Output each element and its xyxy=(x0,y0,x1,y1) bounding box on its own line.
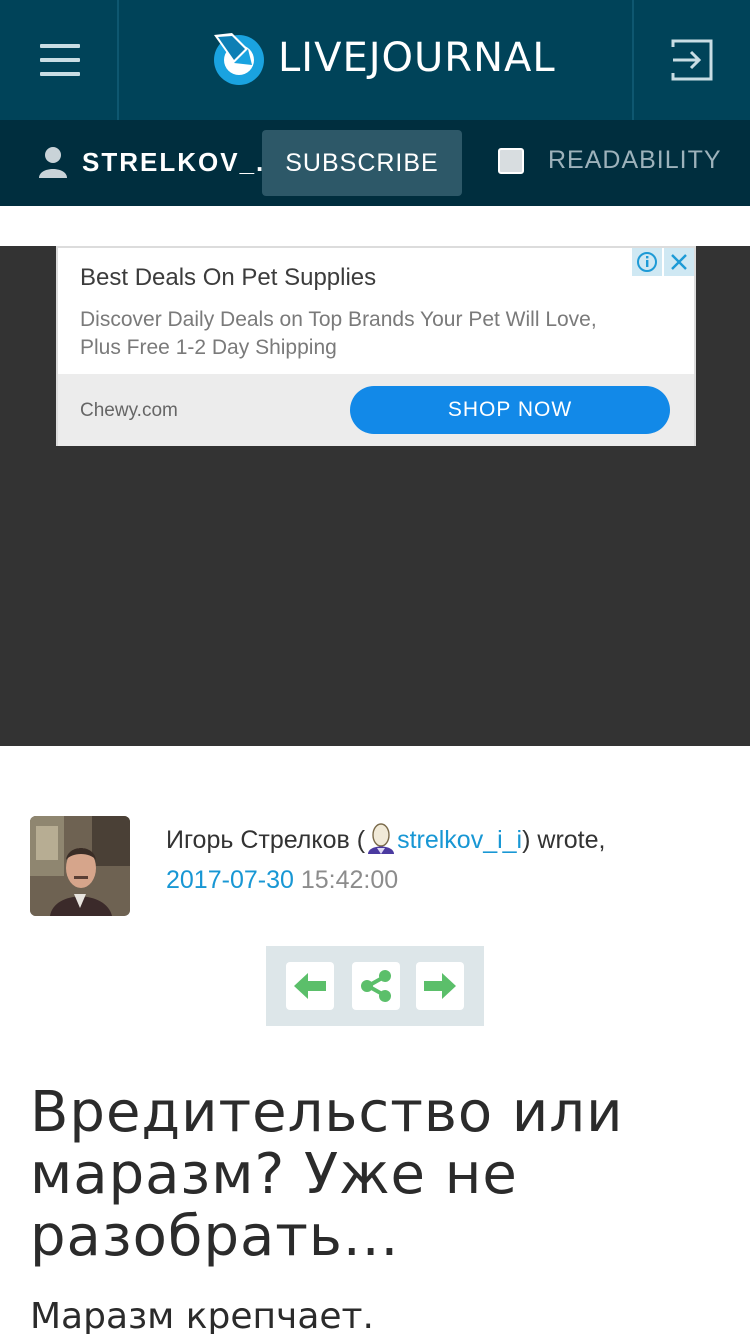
arrow-left-icon xyxy=(294,973,326,999)
ljuser-icon[interactable] xyxy=(365,822,397,854)
avatar-photo xyxy=(30,816,130,916)
shop-now-button[interactable]: SHOP NOW xyxy=(350,386,670,434)
post-date-link[interactable]: 2017-07-30 xyxy=(166,866,294,894)
readability-checkbox[interactable] xyxy=(498,147,524,174)
journal-username: STRELKOV_... xyxy=(82,146,284,177)
post-nav xyxy=(266,946,484,1026)
author-avatar[interactable] xyxy=(30,816,130,916)
subscribe-button[interactable]: SUBSCRIBE xyxy=(262,130,462,196)
login-icon xyxy=(671,39,713,81)
top-header: LIVEJOURNAL xyxy=(0,0,750,120)
user-icon xyxy=(39,147,67,178)
ad-footer: Chewy.com SHOP NOW xyxy=(58,374,694,446)
post-body: Маразм крепчает. xyxy=(30,1296,374,1334)
post-time: 15:42:00 xyxy=(300,866,399,894)
journal-user[interactable]: STRELKOV_... xyxy=(38,146,284,178)
hamburger-icon-line xyxy=(40,72,80,76)
readability-toggle[interactable]: READABILITY xyxy=(498,146,722,175)
livejournal-logo[interactable]: LIVEJOURNAL xyxy=(208,28,556,88)
ad-info-icon[interactable] xyxy=(632,248,662,276)
ad-close-icon[interactable] xyxy=(664,248,694,276)
prev-post-button[interactable] xyxy=(286,962,334,1010)
hamburger-icon-line xyxy=(40,58,80,62)
logo-text: LIVEJOURNAL xyxy=(278,35,556,81)
post-title: Вредительство или маразм? Уже не разобра… xyxy=(30,1080,624,1269)
author-name: Игорь Стрелков ( xyxy=(166,826,366,854)
ad-banner[interactable]: Best Deals On Pet Supplies Discover Dail… xyxy=(56,246,696,446)
menu-button[interactable] xyxy=(0,0,119,120)
ad-badges xyxy=(630,248,694,276)
journal-subbar: STRELKOV_... SUBSCRIBE READABILITY xyxy=(0,120,750,206)
livejournal-pencil-icon xyxy=(214,33,264,85)
ad-description: Discover Daily Deals on Top Brands Your … xyxy=(80,308,597,359)
next-post-button[interactable] xyxy=(416,962,464,1010)
readability-label: READABILITY xyxy=(548,146,722,174)
share-button[interactable] xyxy=(352,962,400,1010)
share-icon xyxy=(361,970,391,1002)
post-date-line: 2017-07-30 15:42:00 xyxy=(166,866,398,895)
ad-title[interactable]: Best Deals On Pet Supplies xyxy=(80,264,376,292)
arrow-right-icon xyxy=(424,973,456,999)
ad-container: Best Deals On Pet Supplies Discover Dail… xyxy=(0,246,750,746)
author-line: Игорь Стрелков ( strelkov_i_i) wrote, xyxy=(166,822,605,855)
login-button[interactable] xyxy=(632,0,750,120)
author-username-link[interactable]: strelkov_i_i xyxy=(397,826,522,854)
hamburger-icon xyxy=(40,44,80,48)
ad-domain[interactable]: Chewy.com xyxy=(80,400,178,422)
author-suffix: ) wrote, xyxy=(522,826,606,854)
